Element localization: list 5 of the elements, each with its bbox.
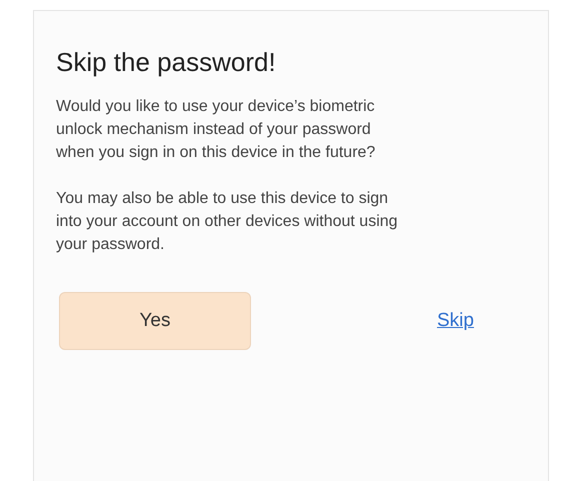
- skip-link[interactable]: Skip: [437, 306, 474, 336]
- yes-button[interactable]: Yes: [59, 292, 251, 350]
- dialog-title: Skip the password!: [56, 46, 277, 79]
- body-paragraph: You may also be able to use this device to sign into your account on other devices without using your password.: [56, 189, 399, 255]
- body-paragraph: Would you like to use your device’s biometric unlock mechanism instead of your password when you sign in on this device in the future?: [56, 97, 376, 163]
